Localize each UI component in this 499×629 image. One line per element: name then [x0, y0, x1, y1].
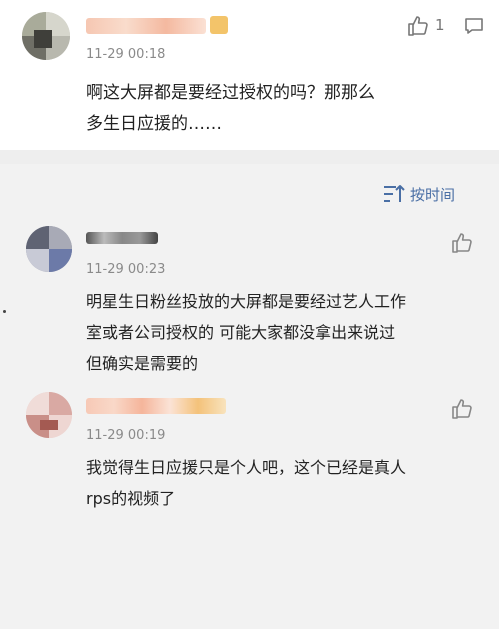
reply-timestamp: 11-29 00:19: [86, 428, 166, 443]
reply-text-line: 但确实是需要的: [86, 354, 199, 373]
username-blurred[interactable]: [86, 18, 206, 34]
sort-label: 按时间: [409, 185, 455, 204]
badge-icon: [210, 16, 228, 34]
avatar[interactable]: [22, 12, 70, 60]
avatar[interactable]: [26, 226, 72, 272]
sort-by-time-button[interactable]: 按时间: [382, 183, 455, 205]
reply-text-line: 我觉得生日应援只是个人吧，这个已经是真人: [86, 458, 407, 477]
sort-icon: [383, 185, 405, 202]
thumbs-up-icon: [452, 233, 472, 253]
avatar[interactable]: [26, 392, 72, 438]
reply-text-line: 室或者公司授权的 可能大家都没拿出来说过: [86, 323, 396, 342]
comment-text-line: 啊这大屏都是要经过授权的吗？那那么: [86, 83, 375, 103]
thumbs-up-icon: [452, 399, 472, 419]
like-button[interactable]: [406, 14, 430, 38]
username-blurred[interactable]: [86, 232, 158, 244]
username-blurred[interactable]: [86, 398, 226, 414]
reply-text-line: 明星生日粉丝投放的大屏都是要经过艺人工作: [86, 292, 407, 311]
like-count: 1: [435, 16, 445, 34]
comment-timestamp: 11-29 00:18: [86, 47, 166, 62]
reply-text: 明星生日粉丝投放的大屏都是要经过艺人工作 室或者公司授权的 可能大家都没拿出来说…: [86, 286, 406, 379]
main-comment-card: 11-29 00:18 1 啊这大屏都是要经过授权的吗？那那么 多生日应援的……: [0, 0, 499, 150]
like-button[interactable]: [450, 397, 474, 421]
comment-text-line: 多生日应援的……: [86, 114, 222, 134]
reply-text: 我觉得生日应援只是个人吧，这个已经是真人 rps的视频了: [86, 452, 406, 514]
share-button[interactable]: [462, 14, 486, 38]
like-button[interactable]: [450, 231, 474, 255]
reply-text-line: rps的视频了: [86, 489, 176, 508]
share-icon: [465, 18, 483, 34]
reply-timestamp: 11-29 00:23: [86, 262, 166, 277]
comment-text: 啊这大屏都是要经过授权的吗？那那么 多生日应援的……: [86, 78, 375, 140]
thumbs-up-icon: [408, 16, 428, 36]
divider: [0, 150, 499, 164]
divider: [3, 310, 6, 313]
